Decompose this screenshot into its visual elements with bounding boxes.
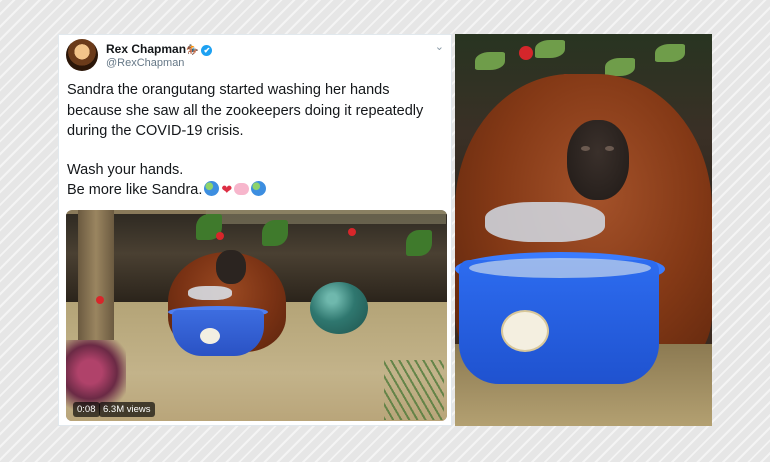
heart-emoji-icon: ❤	[221, 182, 233, 197]
photo-leaf	[655, 44, 685, 62]
verified-badge-icon: ✔	[201, 45, 213, 56]
video-red-flower	[216, 232, 224, 240]
video-water-splash	[188, 286, 232, 300]
globe-emoji-icon	[251, 181, 267, 196]
soap-emoji-icon	[234, 183, 250, 195]
chevron-down-icon[interactable]: ⌄	[435, 40, 444, 53]
video-red-flower	[348, 228, 356, 236]
video-elapsed-time: 0:08	[73, 402, 100, 417]
video-tub-label	[200, 328, 220, 344]
photo-eye	[581, 146, 590, 151]
author-name[interactable]: Rex Chapman	[106, 42, 186, 56]
author-handle[interactable]: @RexChapman	[106, 57, 212, 69]
closeup-photo	[455, 34, 712, 426]
video-orangutan-face	[216, 250, 246, 284]
photo-eye	[605, 146, 614, 151]
photo-orangutan-face	[567, 120, 629, 200]
author-name-row[interactable]: Rex Chapman🏇🏼 ✔	[106, 42, 213, 56]
photo-leaf	[605, 58, 635, 76]
author-avatar[interactable]	[66, 39, 98, 71]
video-log-highlight	[206, 210, 446, 224]
video-ball	[310, 282, 368, 334]
photo-tub-water	[469, 258, 651, 278]
tweet-paragraph: Sandra the orangutang started washing he…	[67, 82, 424, 139]
photo-leaf	[475, 52, 505, 70]
photo-tub	[459, 260, 659, 384]
photo-tub-label	[501, 310, 549, 352]
tweet-line: Wash your hands.	[67, 161, 184, 178]
video-view-count: 6.3M views	[99, 402, 155, 417]
tweet-video[interactable]: 0:08 6.3M views	[66, 210, 447, 421]
photo-red-flower	[519, 46, 533, 60]
tweet-card[interactable]: Rex Chapman🏇🏼 ✔ @RexChapman ⌄ Sandra the …	[58, 34, 452, 426]
photo-leaf	[535, 40, 565, 58]
horse-racing-emoji: 🏇🏼	[186, 45, 199, 56]
video-plant	[262, 220, 288, 246]
author-block[interactable]: Rex Chapman🏇🏼 ✔ @RexChapman	[106, 42, 213, 69]
globe-emoji-icon	[204, 181, 220, 196]
video-red-flower	[96, 296, 104, 304]
video-plant	[406, 230, 432, 256]
photo-soapy-hands	[485, 202, 605, 242]
tweet-line: Be more like Sandra.	[67, 182, 203, 198]
video-fern	[384, 360, 444, 420]
tweet-paragraph: Wash your hands. Be more like Sandra. ❤	[67, 160, 447, 201]
video-post	[78, 210, 114, 340]
tweet-text: Sandra the orangutang started washing he…	[67, 80, 447, 201]
